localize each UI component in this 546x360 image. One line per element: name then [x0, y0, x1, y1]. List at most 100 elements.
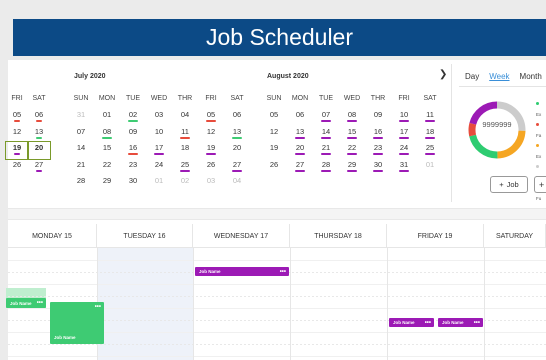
calendar-day[interactable]: 08: [339, 109, 365, 125]
day-number: 16: [128, 143, 138, 153]
calendar-day[interactable]: 09: [120, 126, 146, 142]
calendar-day[interactable]: 12: [198, 126, 224, 142]
calendar-day[interactable]: 31: [68, 109, 94, 125]
next-month-chevron-icon[interactable]: ❯: [439, 69, 447, 80]
calendar-day[interactable]: 16: [365, 126, 391, 142]
calendar-day[interactable]: 25: [417, 142, 443, 158]
calendar-day[interactable]: 10: [146, 126, 172, 142]
calendar-day[interactable]: 01: [94, 109, 120, 125]
view-month-tab[interactable]: Month: [520, 72, 542, 81]
calendar-day[interactable]: 23: [120, 159, 146, 175]
calendar-day[interactable]: 06: [224, 109, 250, 125]
calendar-day[interactable]: 20: [287, 142, 313, 158]
calendar-day[interactable]: 13: [287, 126, 313, 142]
job-event[interactable]: Job Name •••: [195, 267, 289, 276]
calendar-day[interactable]: 15: [339, 126, 365, 142]
job-indicator: [399, 136, 409, 139]
week-day-header[interactable]: WEDNESDAY 17: [193, 224, 290, 248]
calendar-day[interactable]: 03: [146, 109, 172, 125]
calendar-day[interactable]: 21: [68, 159, 94, 175]
calendar-day[interactable]: 28: [313, 159, 339, 175]
job-event[interactable]: Job Name •••: [6, 298, 46, 308]
add-job-button[interactable]: + Job: [490, 176, 528, 193]
calendar-day[interactable]: 27: [224, 159, 250, 175]
calendar-day[interactable]: 27: [287, 159, 313, 175]
time-slot-line: [8, 344, 546, 345]
job-event[interactable]: Job Name •••: [50, 302, 104, 344]
job-event[interactable]: Job Name •••: [389, 318, 434, 327]
calendar-day[interactable]: 24: [146, 159, 172, 175]
calendar-day[interactable]: 10: [391, 109, 417, 125]
job-indicator: [102, 136, 112, 139]
view-day-tab[interactable]: Day: [465, 72, 479, 81]
calendar-day[interactable]: 13: [28, 126, 50, 142]
calendar-day[interactable]: 13: [224, 126, 250, 142]
week-day-header[interactable]: MONDAY 15: [8, 224, 97, 248]
more-options-icon[interactable]: •••: [280, 269, 286, 275]
week-day-header[interactable]: TUESDAY 16: [97, 224, 193, 248]
add-other-button[interactable]: +: [534, 176, 546, 193]
calendar-day[interactable]: 08: [94, 126, 120, 142]
calendar-day[interactable]: 29: [94, 175, 120, 191]
calendar-day[interactable]: 26: [198, 159, 224, 175]
calendar-day[interactable]: 18: [417, 126, 443, 142]
calendar-day[interactable]: 22: [94, 159, 120, 175]
job-event[interactable]: Job Name •••: [438, 318, 483, 327]
calendar-day[interactable]: 02: [172, 175, 198, 191]
calendar-day[interactable]: 12: [6, 126, 28, 142]
calendar-day[interactable]: 27: [28, 159, 50, 175]
week-day-header[interactable]: SATURDAY: [484, 224, 546, 248]
view-week-tab[interactable]: Week: [489, 72, 509, 81]
calendar-day[interactable]: 15: [94, 142, 120, 158]
calendar-day[interactable]: 29: [339, 159, 365, 175]
job-indicator: [206, 120, 216, 123]
calendar-day[interactable]: 04: [172, 109, 198, 125]
calendar-day[interactable]: 05: [198, 109, 224, 125]
calendar-day[interactable]: 21: [313, 142, 339, 158]
calendar-day[interactable]: 14: [313, 126, 339, 142]
calendar-day[interactable]: 07: [313, 109, 339, 125]
calendar-day[interactable]: 12: [261, 126, 287, 142]
calendar-day[interactable]: 20: [27, 141, 51, 160]
calendar-day[interactable]: 06: [28, 109, 50, 125]
calendar-day[interactable]: 07: [68, 126, 94, 142]
calendar-day[interactable]: 17: [391, 126, 417, 142]
calendar-day[interactable]: 16: [120, 142, 146, 158]
calendar-day[interactable]: 19: [261, 142, 287, 158]
calendar-day[interactable]: 26: [261, 159, 287, 175]
calendar-day[interactable]: 02: [120, 109, 146, 125]
calendar-day[interactable]: 14: [68, 142, 94, 158]
calendar-day[interactable]: 11: [417, 109, 443, 125]
calendar-day[interactable]: 01: [417, 159, 443, 175]
more-options-icon[interactable]: •••: [474, 320, 480, 326]
calendar-day[interactable]: 30: [120, 175, 146, 191]
legend-item: Fa: [536, 120, 546, 141]
more-options-icon[interactable]: •••: [37, 300, 43, 306]
calendar-day[interactable]: 25: [172, 159, 198, 175]
day-number: 16: [373, 126, 383, 136]
week-day-header[interactable]: THURSDAY 18: [290, 224, 387, 248]
calendar-day[interactable]: 19: [5, 141, 29, 160]
calendar-day[interactable]: 06: [287, 109, 313, 125]
calendar-day[interactable]: 05: [261, 109, 287, 125]
calendar-day[interactable]: 03: [198, 175, 224, 191]
calendar-day[interactable]: 30: [365, 159, 391, 175]
calendar-day[interactable]: 01: [146, 175, 172, 191]
calendar-day[interactable]: 26: [6, 159, 28, 175]
calendar-day[interactable]: 19: [198, 142, 224, 158]
more-options-icon[interactable]: •••: [425, 320, 431, 326]
calendar-day[interactable]: 17: [146, 142, 172, 158]
calendar-day[interactable]: 20: [224, 142, 250, 158]
calendar-day[interactable]: 18: [172, 142, 198, 158]
more-options-icon[interactable]: •••: [95, 304, 101, 310]
calendar-day[interactable]: 23: [365, 142, 391, 158]
calendar-day[interactable]: 04: [224, 175, 250, 191]
calendar-day[interactable]: 11: [172, 126, 198, 142]
calendar-day[interactable]: 22: [339, 142, 365, 158]
week-day-header[interactable]: FRIDAY 19: [387, 224, 484, 248]
calendar-day[interactable]: 28: [68, 175, 94, 191]
calendar-day[interactable]: 05: [6, 109, 28, 125]
calendar-day[interactable]: 31: [391, 159, 417, 175]
calendar-day[interactable]: 24: [391, 142, 417, 158]
calendar-day[interactable]: 09: [365, 109, 391, 125]
